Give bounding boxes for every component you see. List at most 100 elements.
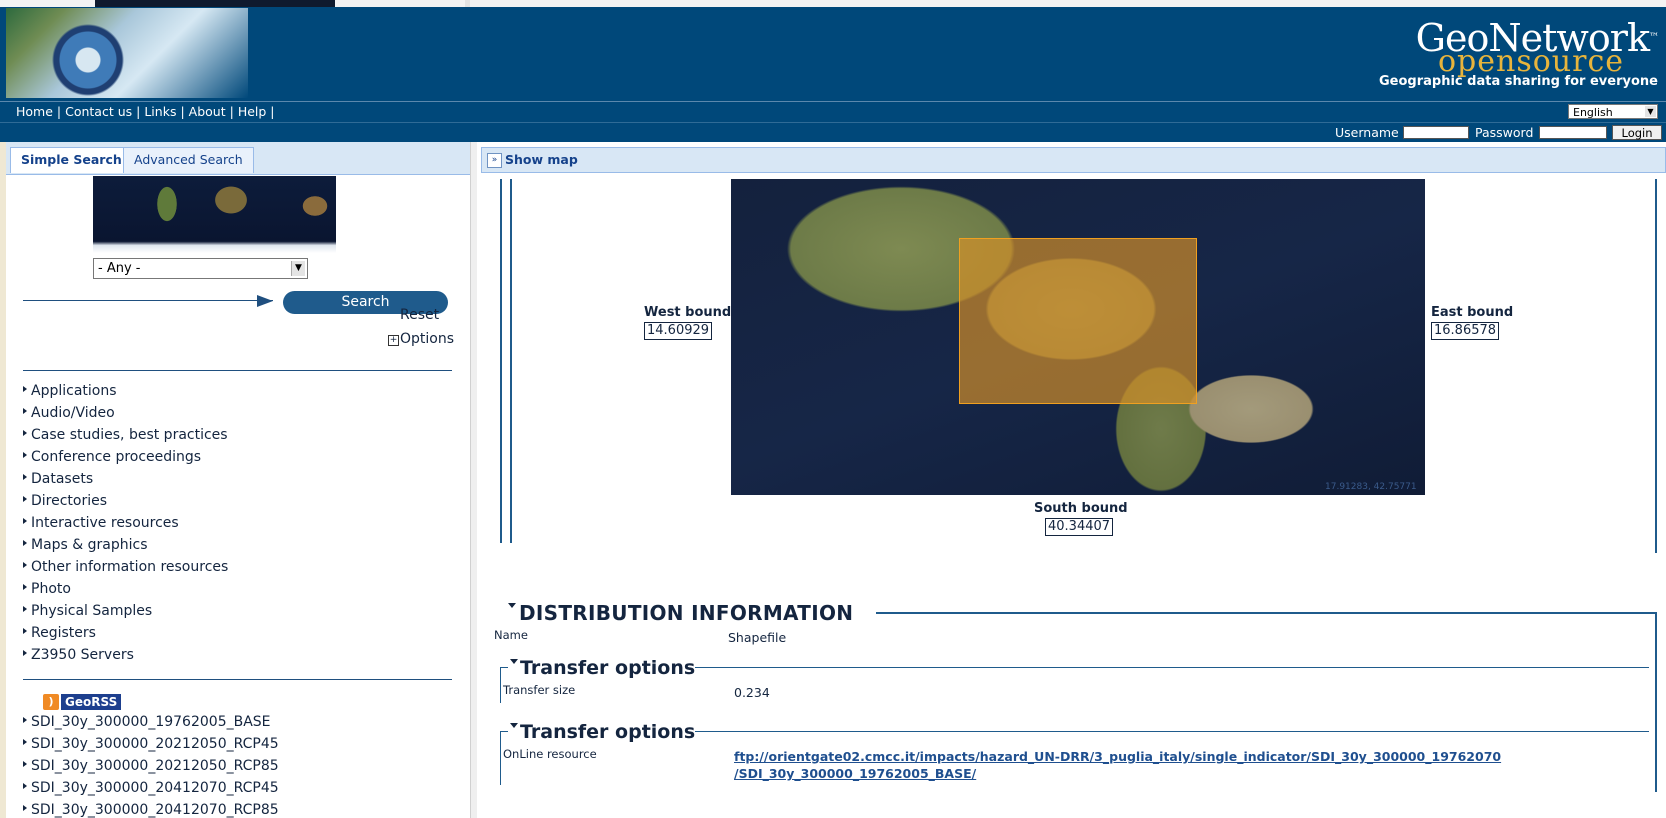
nav-separator: | — [136, 104, 141, 119]
category-item[interactable]: Conference proceedings — [23, 449, 201, 465]
divider — [23, 679, 452, 680]
reset-link[interactable]: Reset — [400, 307, 439, 323]
west-bound-label: West bound — [644, 305, 732, 320]
bullet-triangle-icon — [23, 584, 27, 590]
category-label: Other information resources — [31, 559, 229, 575]
login-button[interactable]: Login — [1612, 125, 1662, 140]
rss-item-label: SDI_30y_300000_20212050_RCP85 — [31, 758, 279, 774]
geonetwork-logo[interactable]: GeoNetwork™ opensource Geographic data s… — [1379, 18, 1659, 96]
frame-line — [500, 179, 502, 543]
collapse-triangle-icon — [508, 603, 516, 608]
category-label: Datasets — [31, 471, 94, 487]
rss-item[interactable]: SDI_30y_300000_20412070_RCP45 — [23, 780, 279, 796]
category-item[interactable]: Registers — [23, 625, 96, 641]
left-edge-strip — [0, 142, 6, 818]
rss-item[interactable]: SDI_30y_300000_19762005_BASE — [23, 714, 271, 730]
category-item[interactable]: Directories — [23, 493, 107, 509]
region-select-value: - Any - — [98, 261, 141, 276]
section-rule — [695, 667, 1649, 668]
category-item[interactable]: Photo — [23, 581, 71, 597]
online-resource-link-cont[interactable]: /SDI_30y_300000_19762005_BASE/ — [734, 766, 976, 781]
frame-line — [510, 179, 512, 543]
rss-item[interactable]: SDI_30y_300000_20212050_RCP85 — [23, 758, 279, 774]
panel-splitter[interactable] — [470, 142, 477, 818]
online-resource-link[interactable]: ftp://orientgate02.cmcc.it/impacts/hazar… — [734, 749, 1501, 764]
category-item[interactable]: Other information resources — [23, 559, 228, 575]
nav-links[interactable]: Links — [144, 104, 176, 119]
west-bound-value: 14.60929 — [644, 322, 713, 340]
nav-separator: | — [270, 104, 275, 119]
chevron-down-icon: ▼ — [291, 261, 305, 276]
nav-separator: | — [56, 104, 62, 119]
region-select[interactable]: - Any - ▼ — [93, 258, 308, 279]
double-chevron-down-icon: » — [487, 153, 502, 168]
nav-about[interactable]: About — [189, 104, 226, 119]
rss-item-label: SDI_30y_300000_20412070_RCP45 — [31, 780, 279, 796]
nav-help[interactable]: Help — [238, 104, 267, 119]
login-bar: Username Password Login — [0, 122, 1666, 142]
globe-logo — [6, 8, 248, 98]
password-label: Password — [1475, 125, 1534, 140]
transfer-options-title-text: Transfer options — [520, 657, 696, 679]
nav-home[interactable]: Home — [16, 104, 53, 119]
category-item[interactable]: Interactive resources — [23, 515, 179, 531]
section-rule — [695, 731, 1649, 732]
language-select[interactable]: English ▼ — [1568, 104, 1658, 119]
frame-line — [500, 731, 501, 785]
password-input[interactable] — [1539, 126, 1607, 139]
bullet-triangle-icon — [23, 496, 27, 502]
bullet-triangle-icon — [23, 540, 27, 546]
rss-item-label: SDI_30y_300000_19762005_BASE — [31, 714, 271, 730]
category-item[interactable]: Physical Samples — [23, 603, 152, 619]
nav-separator: | — [229, 104, 234, 119]
section-rule — [500, 667, 508, 668]
transfer-options-title[interactable]: Transfer options — [510, 657, 695, 679]
bullet-triangle-icon — [23, 783, 27, 789]
category-item[interactable]: Case studies, best practices — [23, 427, 228, 443]
category-item[interactable]: Maps & graphics — [23, 537, 148, 553]
nav-contact[interactable]: Contact us — [65, 104, 132, 119]
category-label: Applications — [31, 383, 117, 399]
bullet-triangle-icon — [23, 518, 27, 524]
collapse-triangle-icon — [510, 723, 518, 728]
arrow-right-icon — [257, 295, 273, 307]
username-input[interactable] — [1403, 126, 1469, 139]
region-minimap[interactable] — [93, 176, 336, 253]
rss-item-label: SDI_30y_300000_20412070_RCP85 — [31, 802, 279, 818]
bullet-triangle-icon — [23, 430, 27, 436]
distribution-title[interactable]: DISTRIBUTION INFORMATION — [508, 601, 853, 625]
section-rule — [876, 612, 1657, 614]
options-link[interactable]: + Options — [388, 331, 454, 347]
category-item[interactable]: Datasets — [23, 471, 93, 487]
language-value: English — [1573, 106, 1613, 119]
search-arrow-line — [23, 300, 273, 301]
category-item[interactable]: Z3950 Servers — [23, 647, 134, 663]
transfer-options-title[interactable]: Transfer options — [510, 721, 695, 743]
show-map-label: Show map — [505, 152, 578, 167]
category-item[interactable]: Audio/Video — [23, 405, 115, 421]
show-map-bar[interactable]: » Show map — [481, 147, 1666, 173]
divider — [23, 370, 452, 371]
category-label: Case studies, best practices — [31, 427, 228, 443]
name-value: Shapefile — [728, 630, 787, 645]
bullet-triangle-icon — [23, 805, 27, 811]
transfer-size-value: 0.234 — [734, 685, 770, 700]
nav-bar: Home | Contact us | Links | About | Help… — [0, 101, 1666, 122]
tab-simple-search[interactable]: Simple Search — [10, 147, 133, 173]
rss-item[interactable]: SDI_30y_300000_20412070_RCP85 — [23, 802, 279, 818]
bounding-box — [959, 238, 1197, 404]
south-bound-value: 40.34407 — [1045, 518, 1114, 536]
georss-label: GeoRSS — [61, 694, 122, 710]
section-rule — [500, 731, 508, 732]
frame-line — [500, 667, 501, 703]
category-item[interactable]: Applications — [23, 383, 117, 399]
expand-icon: + — [388, 335, 399, 346]
bullet-triangle-icon — [23, 386, 27, 392]
category-label: Maps & graphics — [31, 537, 148, 553]
rss-item[interactable]: SDI_30y_300000_20212050_RCP45 — [23, 736, 279, 752]
category-label: Photo — [31, 581, 71, 597]
rss-item-label: SDI_30y_300000_20212050_RCP45 — [31, 736, 279, 752]
bullet-triangle-icon — [23, 408, 27, 414]
transfer-size-label: Transfer size — [503, 683, 576, 697]
tab-advanced-search[interactable]: Advanced Search — [123, 147, 254, 173]
